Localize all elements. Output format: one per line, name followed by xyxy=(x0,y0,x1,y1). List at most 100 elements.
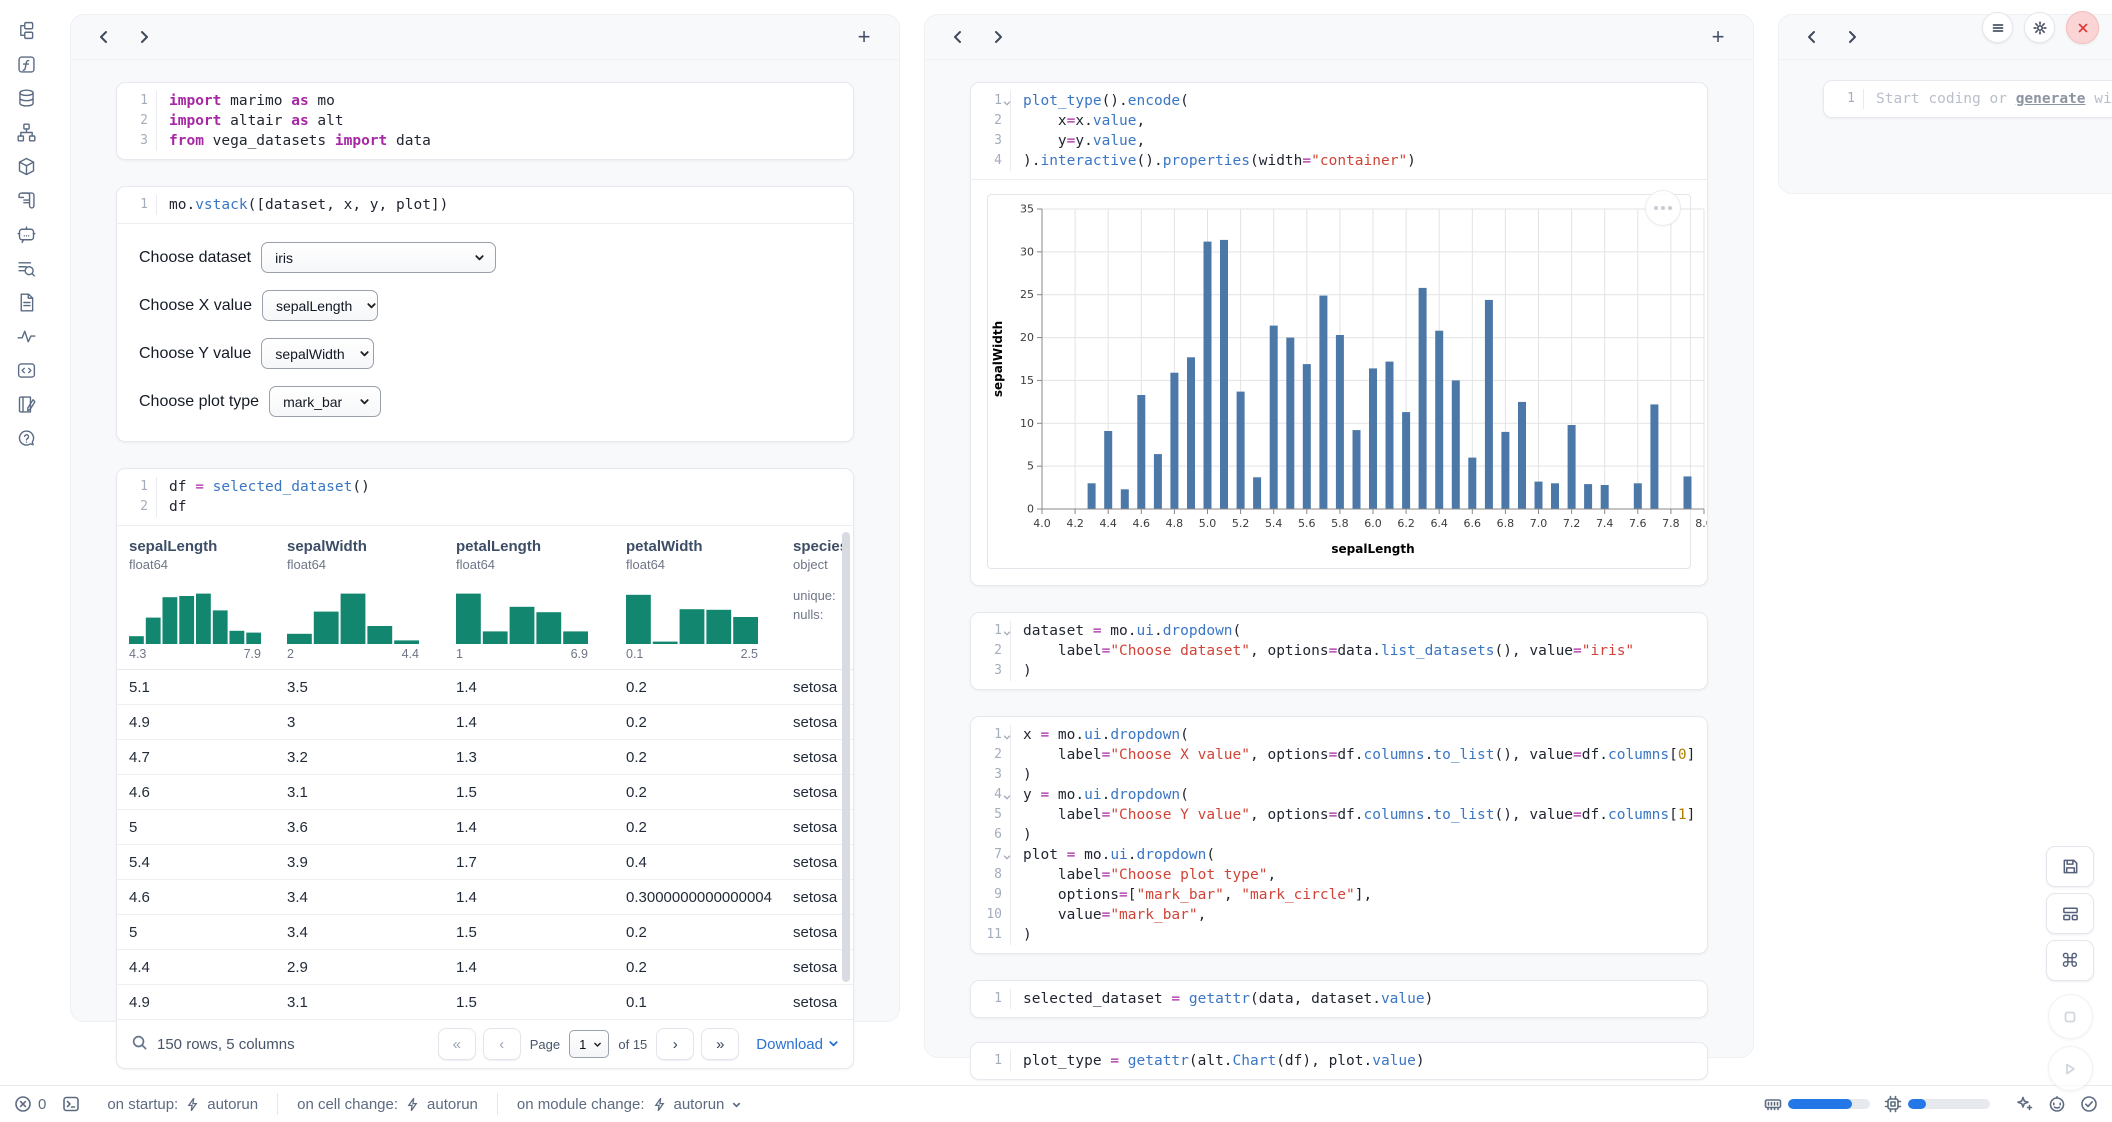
add-column-button[interactable]: + xyxy=(1703,22,1733,52)
column-collapse-right-icon[interactable] xyxy=(129,22,159,52)
code-editor[interactable]: 1selected_dataset = getattr(data, datase… xyxy=(971,981,1707,1017)
sidebar-file-tree-icon[interactable] xyxy=(16,20,37,41)
sidebar-logs-icon[interactable] xyxy=(16,258,37,279)
first-page-button[interactable]: « xyxy=(438,1028,476,1060)
table-row[interactable]: 4.931.40.2setosa xyxy=(117,705,853,740)
code-placeholder[interactable]: Start coding or generate with xyxy=(1864,89,2112,109)
table-row[interactable]: 4.63.41.40.3000000000000004setosa xyxy=(117,880,853,915)
table-row[interactable]: 5.13.51.40.2setosa xyxy=(117,670,853,705)
terminal-button[interactable] xyxy=(62,1095,80,1113)
table-row[interactable]: 4.93.11.50.1setosa xyxy=(117,985,853,1020)
last-page-button[interactable]: » xyxy=(701,1028,739,1060)
sidebar-chatbot-icon[interactable] xyxy=(16,224,37,245)
code-line: 3from vega_datasets import data xyxy=(117,131,853,151)
dataframe-cell[interactable]: 1df = selected_dataset()2df sepalLengthfl… xyxy=(116,468,854,1069)
layout-button[interactable] xyxy=(2046,893,2094,934)
sidebar-documentation-icon[interactable] xyxy=(16,292,37,313)
chart-menu-button[interactable] xyxy=(1645,190,1681,226)
on-cell-change-setting[interactable]: on cell change: autorun xyxy=(278,1096,497,1113)
histogram-svg xyxy=(287,584,419,644)
empty-code-cell[interactable]: 1 Start coding or generate with xyxy=(1823,80,2112,118)
lightning-icon xyxy=(652,1097,667,1112)
fold-chevron-icon[interactable] xyxy=(1002,729,1012,739)
dropdown-select-choose-plot-type[interactable]: mark_bar xyxy=(269,386,381,417)
add-column-button[interactable]: + xyxy=(849,22,879,52)
dropdown-select-choose-x-value[interactable]: sepalLength xyxy=(262,290,378,321)
save-button[interactable] xyxy=(2046,846,2094,887)
table-column-header[interactable]: speciesobjectunique:nulls: xyxy=(781,538,845,661)
sidebar-snippets-icon[interactable] xyxy=(16,360,37,381)
dropdown-select-choose-y-value[interactable]: sepalWidth xyxy=(261,338,374,369)
errors-indicator[interactable]: 0 xyxy=(14,1095,46,1113)
table-scrollbar[interactable] xyxy=(842,532,850,982)
download-button[interactable]: Download xyxy=(756,1036,839,1053)
column-collapse-right-icon[interactable] xyxy=(1837,22,1867,52)
code-text: df xyxy=(157,497,186,517)
stop-button[interactable] xyxy=(2048,994,2093,1039)
table-row[interactable]: 4.73.21.30.2setosa xyxy=(117,740,853,775)
sidebar-functions-icon[interactable] xyxy=(16,54,37,75)
table-column-header[interactable]: petalWidthfloat640.12.5 xyxy=(614,538,781,661)
menu-button[interactable] xyxy=(1982,12,2013,43)
table-column-header[interactable]: sepalWidthfloat6424.4 xyxy=(275,538,444,661)
settings-gear-button[interactable] xyxy=(2024,12,2055,43)
sidebar-packages-icon[interactable] xyxy=(16,156,37,177)
prev-page-button[interactable]: ‹ xyxy=(483,1028,521,1060)
code-editor[interactable]: 1plot_type().encode(2 x=x.value,3 y=y.va… xyxy=(971,83,1707,179)
dropdown-select-choose-dataset[interactable]: iris xyxy=(261,242,496,273)
sidebar-database-icon[interactable] xyxy=(16,88,37,109)
dataset-dropdown-cell[interactable]: 1dataset = mo.ui.dropdown(2 label="Choos… xyxy=(970,612,1708,690)
chatbot-button[interactable] xyxy=(2048,1095,2066,1113)
keyboard-shortcuts-button[interactable]: ⌘ xyxy=(2046,940,2094,981)
svg-text:5.2: 5.2 xyxy=(1232,517,1250,530)
generate-with-ai-link[interactable]: generate xyxy=(2016,91,2086,107)
next-page-button[interactable]: › xyxy=(656,1028,694,1060)
table-row[interactable]: 4.42.91.40.2setosa xyxy=(117,950,853,985)
line-number: 1 xyxy=(117,195,157,215)
table-row[interactable]: 53.41.50.2setosa xyxy=(117,915,853,950)
column-dtype: float64 xyxy=(129,557,275,572)
connection-status-button[interactable] xyxy=(2080,1095,2098,1113)
table-row[interactable]: 53.61.40.2setosa xyxy=(117,810,853,845)
on-startup-setting[interactable]: on startup: autorun xyxy=(88,1096,277,1113)
code-editor[interactable]: 1dataset = mo.ui.dropdown(2 label="Choos… xyxy=(971,613,1707,689)
sidebar-scroll-icon[interactable] xyxy=(16,190,37,211)
code-editor[interactable]: 1import marimo as mo2import altair as al… xyxy=(117,83,853,159)
table-row[interactable]: 5.43.91.70.4setosa xyxy=(117,845,853,880)
fold-chevron-icon[interactable] xyxy=(1002,849,1012,859)
code-editor[interactable]: 1df = selected_dataset()2df xyxy=(117,469,853,525)
table-row[interactable]: 4.63.11.50.2setosa xyxy=(117,775,853,810)
code-text: label="Choose X value", options=df.colum… xyxy=(1011,745,1695,765)
plot-cell[interactable]: 1plot_type().encode(2 x=x.value,3 y=y.va… xyxy=(970,82,1708,586)
code-editor[interactable]: 1plot_type = getattr(alt.Chart(df), plot… xyxy=(971,1043,1707,1079)
selected-dataset-cell[interactable]: 1selected_dataset = getattr(data, datase… xyxy=(970,980,1708,1018)
code-editor[interactable]: 1mo.vstack([dataset, x, y, plot]) xyxy=(117,187,853,223)
plot-type-cell[interactable]: 1plot_type = getattr(alt.Chart(df), plot… xyxy=(970,1042,1708,1080)
search-icon[interactable] xyxy=(131,1034,148,1055)
stat-line: unique: xyxy=(793,586,845,605)
vstack-cell[interactable]: 1mo.vstack([dataset, x, y, plot])Choose … xyxy=(116,186,854,442)
xy-plot-dropdowns-cell[interactable]: 1x = mo.ui.dropdown(2 label="Choose X va… xyxy=(970,716,1708,954)
table-column-header[interactable]: sepalLengthfloat644.37.9 xyxy=(117,538,275,661)
fold-chevron-icon[interactable] xyxy=(1002,95,1012,105)
sidebar-scratchpad-icon[interactable] xyxy=(16,394,37,415)
ai-assist-button[interactable] xyxy=(2016,1095,2034,1113)
line-number: 6 xyxy=(971,825,1011,845)
table-column-header[interactable]: petalLengthfloat6416.9 xyxy=(444,538,614,661)
column-collapse-left-icon[interactable] xyxy=(1797,22,1827,52)
imports-cell[interactable]: 1import marimo as mo2import altair as al… xyxy=(116,82,854,160)
run-all-button[interactable] xyxy=(2048,1046,2093,1091)
fold-chevron-icon[interactable] xyxy=(1002,625,1012,635)
close-button[interactable] xyxy=(2066,11,2099,44)
sidebar-help-icon[interactable] xyxy=(16,428,37,449)
fold-chevron-icon[interactable] xyxy=(1002,789,1012,799)
marimo-app: + 1import marimo as mo2import altair as … xyxy=(0,0,2112,1122)
column-collapse-left-icon[interactable] xyxy=(943,22,973,52)
on-module-change-setting[interactable]: on module change: autorun xyxy=(498,1096,761,1113)
code-editor[interactable]: 1x = mo.ui.dropdown(2 label="Choose X va… xyxy=(971,717,1707,953)
sidebar-tracing-icon[interactable] xyxy=(16,326,37,347)
column-collapse-left-icon[interactable] xyxy=(89,22,119,52)
page-select[interactable]: 1 xyxy=(569,1030,609,1058)
sidebar-dependency-graph-icon[interactable] xyxy=(16,122,37,143)
column-collapse-right-icon[interactable] xyxy=(983,22,1013,52)
